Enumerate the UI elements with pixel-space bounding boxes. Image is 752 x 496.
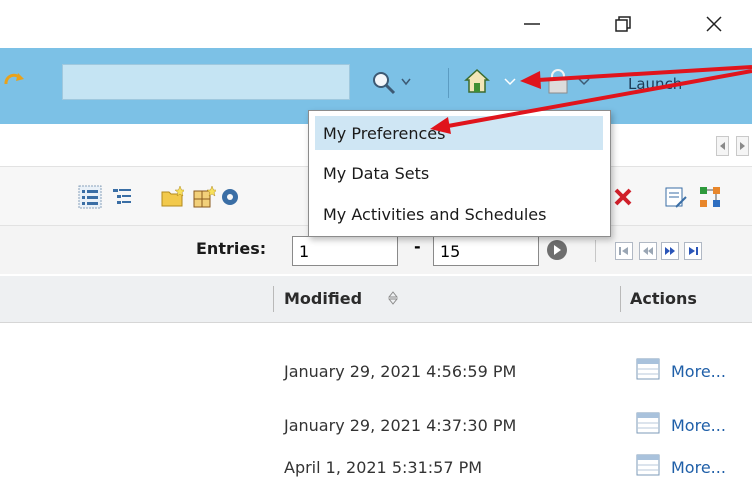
- annotation-arrow-to-preferences: [430, 69, 752, 134]
- annotation-overlay: [430, 65, 752, 134]
